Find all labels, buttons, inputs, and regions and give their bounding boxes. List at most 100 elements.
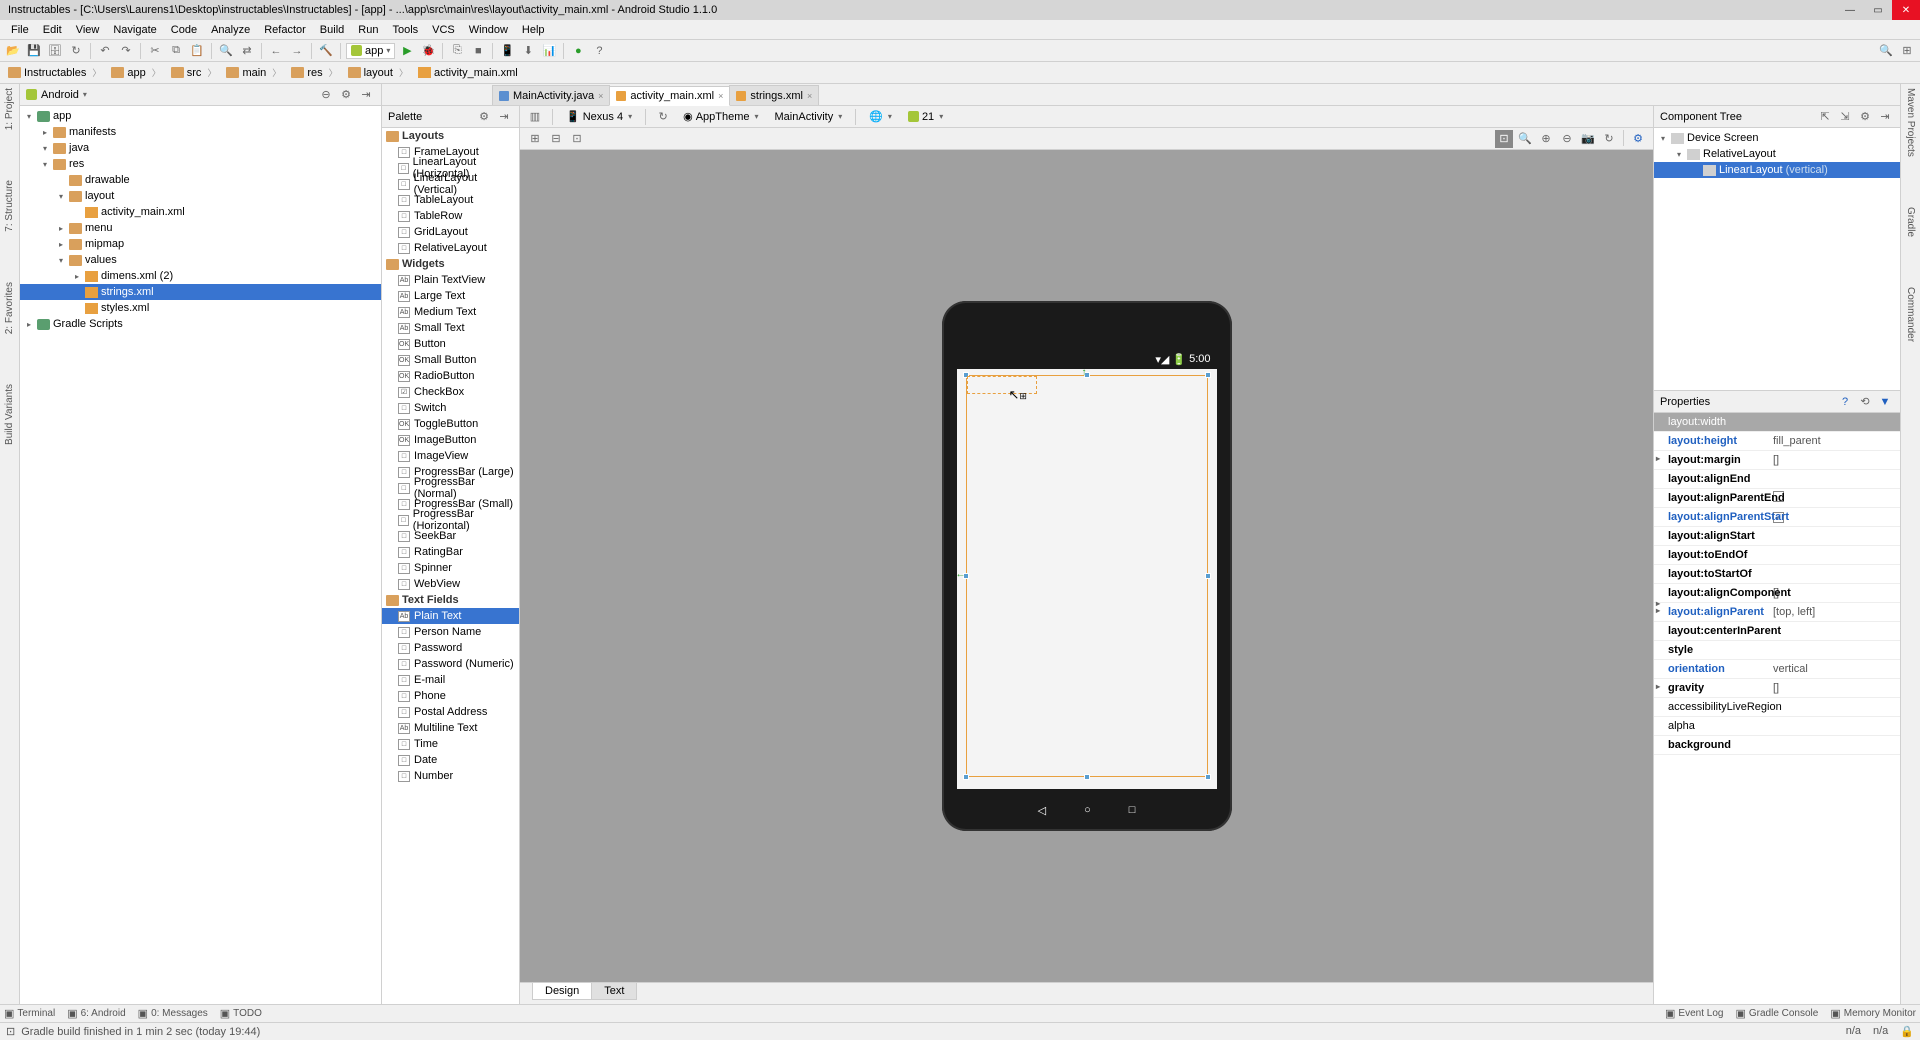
palette-small-button[interactable]: OKSmall Button	[382, 352, 519, 368]
recent-icon[interactable]: ⊞	[1898, 42, 1916, 60]
menu-edit[interactable]: Edit	[36, 24, 69, 36]
sync-icon[interactable]: ↻	[67, 42, 85, 60]
search-icon[interactable]: 🔍	[1877, 42, 1895, 60]
tree-styles-xml[interactable]: styles.xml	[20, 300, 381, 316]
tree-values[interactable]: ▾values	[20, 252, 381, 268]
palette-imageview[interactable]: □ImageView	[382, 448, 519, 464]
undo-icon[interactable]: ↶	[96, 42, 114, 60]
close-icon[interactable]: ×	[598, 91, 603, 101]
grid2-icon[interactable]: ⊟	[547, 130, 565, 148]
prop-layout-alignend[interactable]: layout:alignEnd	[1654, 470, 1900, 489]
palette-group-layouts[interactable]: Layouts	[382, 128, 519, 144]
palette-phone[interactable]: □Phone	[382, 688, 519, 704]
save-icon[interactable]: 💾	[25, 42, 43, 60]
back-icon[interactable]: ←	[267, 42, 285, 60]
palette-gridlayout[interactable]: □GridLayout	[382, 224, 519, 240]
prop-layout-toendof[interactable]: layout:toEndOf	[1654, 546, 1900, 565]
gutter-build-variants[interactable]: Build Variants	[4, 384, 15, 445]
ddms-icon[interactable]: 📊	[540, 42, 558, 60]
palette-e-mail[interactable]: □E-mail	[382, 672, 519, 688]
tab-mainactivity-java[interactable]: MainActivity.java×	[492, 85, 610, 105]
menu-run[interactable]: Run	[351, 24, 385, 36]
android-monitor-icon[interactable]: ●	[569, 42, 587, 60]
prop-accessibilityliveregion[interactable]: accessibilityLiveRegion	[1654, 698, 1900, 717]
menu-analyze[interactable]: Analyze	[204, 24, 257, 36]
tree-manifests[interactable]: ▸manifests	[20, 124, 381, 140]
prop-layout-alignparentstart[interactable]: layout:alignParentStart✓	[1654, 508, 1900, 527]
properties-table[interactable]: layout:widthlayout:heightfill_parentlayo…	[1654, 413, 1900, 1004]
palette-plain-textview[interactable]: AbPlain TextView	[382, 272, 519, 288]
menu-build[interactable]: Build	[313, 24, 351, 36]
prop-layout-centerinparent[interactable]: layout:centerInParent	[1654, 622, 1900, 641]
palette-toggle-icon[interactable]: ▥	[526, 108, 544, 126]
activity-combo[interactable]: MainActivity	[770, 109, 848, 125]
comp-relativelayout[interactable]: ▾RelativeLayout	[1654, 146, 1900, 162]
tree-layout[interactable]: ▾layout	[20, 188, 381, 204]
crumb-6[interactable]: activity_main.xml	[414, 67, 524, 79]
palette-webview[interactable]: □WebView	[382, 576, 519, 592]
palette-switch[interactable]: □Switch	[382, 400, 519, 416]
maximize-button[interactable]: ▭	[1864, 0, 1892, 20]
tool-terminal[interactable]: ▣Terminal	[4, 1007, 55, 1020]
cut-icon[interactable]: ✂	[146, 42, 164, 60]
device-combo[interactable]: 📱Nexus 4	[561, 108, 637, 125]
zoom-actual-icon[interactable]: 🔍	[1516, 130, 1534, 148]
make-icon[interactable]: 🔨	[317, 42, 335, 60]
palette-small-text[interactable]: AbSmall Text	[382, 320, 519, 336]
open-icon[interactable]: 📂	[4, 42, 22, 60]
screenshot-icon[interactable]: 📷	[1579, 130, 1597, 148]
prop-layout-tostartof[interactable]: layout:toStartOf	[1654, 565, 1900, 584]
close-icon[interactable]: ×	[718, 91, 723, 101]
forward-icon[interactable]: →	[288, 42, 306, 60]
tool-gradle-console[interactable]: ▣Gradle Console	[1735, 1007, 1818, 1020]
palette-multiline-text[interactable]: AbMultiline Text	[382, 720, 519, 736]
collapse-icon[interactable]: ⊖	[317, 86, 335, 104]
filter-icon[interactable]: ▼	[1876, 393, 1894, 411]
prop-layout-margin[interactable]: layout:margin▸[]	[1654, 451, 1900, 470]
redo-icon[interactable]: ↷	[117, 42, 135, 60]
palette-medium-text[interactable]: AbMedium Text	[382, 304, 519, 320]
tool-0-messages[interactable]: ▣0: Messages	[138, 1007, 208, 1020]
palette-linearlayout-vertical-[interactable]: □LinearLayout (Vertical)	[382, 176, 519, 192]
gutter-maven-projects[interactable]: Maven Projects	[1905, 88, 1916, 157]
crumb-3[interactable]: main	[222, 66, 287, 79]
prop-gravity[interactable]: gravity▸[]	[1654, 679, 1900, 698]
sdk-icon[interactable]: ⬇	[519, 42, 537, 60]
tree-app[interactable]: ▾app	[20, 108, 381, 124]
attach-icon[interactable]: ⎘	[448, 42, 466, 60]
save-all-icon[interactable]: 🗄	[46, 42, 64, 60]
menu-view[interactable]: View	[69, 24, 107, 36]
menu-code[interactable]: Code	[164, 24, 204, 36]
orientation-icon[interactable]: ↻	[654, 108, 672, 126]
palette-large-text[interactable]: AbLarge Text	[382, 288, 519, 304]
palette-date[interactable]: □Date	[382, 752, 519, 768]
prop-layout-alignparent[interactable]: layout:alignParent▸[top, left]	[1654, 603, 1900, 622]
palette-group-text-fields[interactable]: Text Fields	[382, 592, 519, 608]
refresh-icon[interactable]: ↻	[1600, 130, 1618, 148]
gutter-2-favorites[interactable]: 2: Favorites	[4, 282, 15, 334]
crumb-1[interactable]: app	[107, 66, 166, 79]
copy-icon[interactable]: ⧉	[167, 42, 185, 60]
menu-vcs[interactable]: VCS	[425, 24, 462, 36]
replace-icon[interactable]: ⇄	[238, 42, 256, 60]
palette-group-widgets[interactable]: Widgets	[382, 256, 519, 272]
api-combo[interactable]: 21	[903, 109, 948, 125]
palette-person-name[interactable]: □Person Name	[382, 624, 519, 640]
design-tab-text[interactable]: Text	[591, 983, 637, 1000]
comp-device screen[interactable]: ▾Device Screen	[1654, 130, 1900, 146]
tree-mipmap[interactable]: ▸mipmap	[20, 236, 381, 252]
palette-imagebutton[interactable]: OKImageButton	[382, 432, 519, 448]
zoom-fit-icon[interactable]: ⊡	[1495, 130, 1513, 148]
prop-alpha[interactable]: alpha	[1654, 717, 1900, 736]
phone-screen[interactable]: ▾◢ 🔋 5:00	[957, 349, 1217, 789]
gutter-gradle[interactable]: Gradle	[1905, 207, 1916, 237]
prop-layout-alignstart[interactable]: layout:alignStart	[1654, 527, 1900, 546]
palette-ratingbar[interactable]: □RatingBar	[382, 544, 519, 560]
close-button[interactable]: ✕	[1892, 0, 1920, 20]
hide-icon[interactable]: ⇥	[357, 86, 375, 104]
palette-relativelayout[interactable]: □RelativeLayout	[382, 240, 519, 256]
hide-icon[interactable]: ⇥	[495, 108, 513, 126]
grid3-icon[interactable]: ⊡	[568, 130, 586, 148]
gutter-7-structure[interactable]: 7: Structure	[4, 180, 15, 232]
menu-help[interactable]: Help	[515, 24, 552, 36]
